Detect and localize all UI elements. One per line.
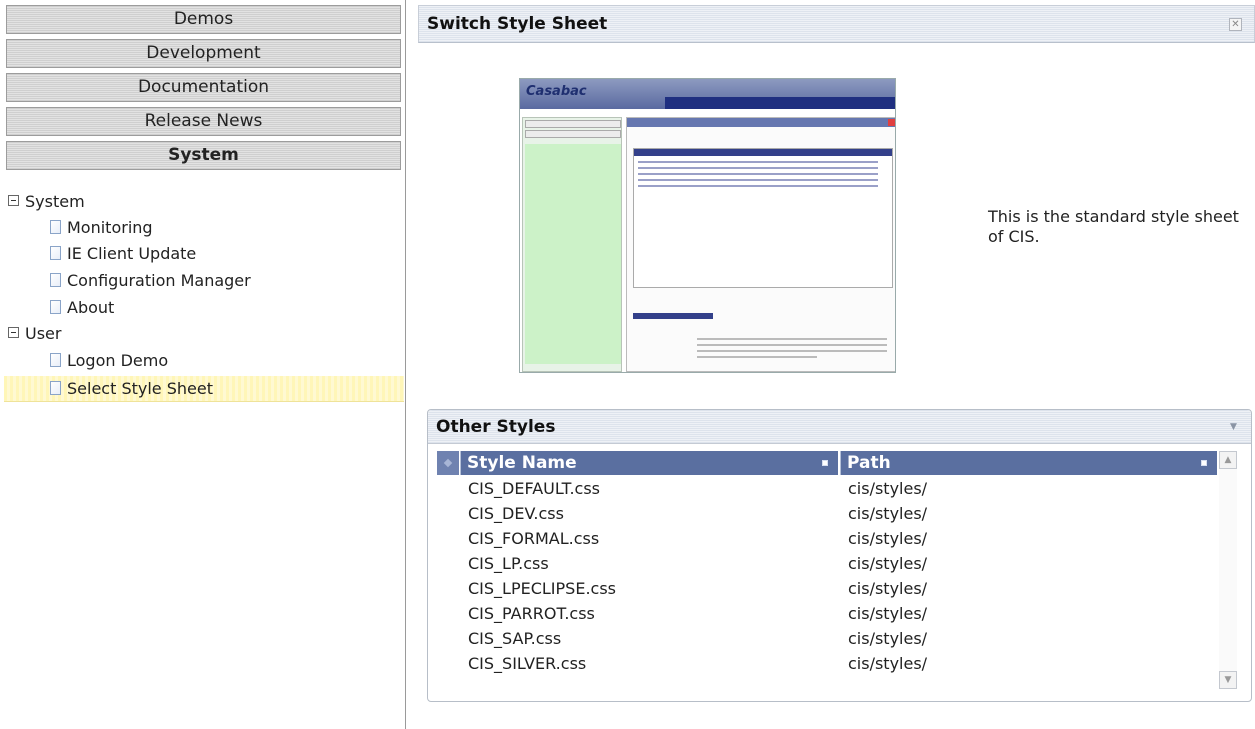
tree-item-select-style-sheet[interactable]: Select Style Sheet (4, 376, 404, 402)
style-name-cell: CIS_LPECLIPSE.css (468, 579, 616, 598)
nav-section-system[interactable]: System (6, 141, 401, 170)
tree-item-about[interactable]: About (50, 295, 114, 321)
tree-node-label: System (25, 192, 85, 211)
path-cell: cis/styles/ (848, 654, 928, 673)
style-name-cell: CIS_DEV.css (468, 504, 564, 523)
table-row[interactable]: CIS_FORMAL.css cis/styles/ (437, 526, 1217, 551)
minus-box-icon[interactable] (8, 195, 19, 206)
sort-icon[interactable] (822, 460, 828, 466)
preview-grid (633, 148, 893, 288)
other-styles-header: Other Styles ▼ (428, 410, 1251, 444)
nav-section-development[interactable]: Development (6, 39, 401, 68)
collapse-icon[interactable]: ▼ (1228, 422, 1239, 433)
preview-grid-header (634, 149, 892, 156)
column-header-style-name[interactable]: Style Name (460, 451, 838, 475)
style-name-cell: CIS_SAP.css (468, 629, 562, 648)
nav-section-documentation[interactable]: Documentation (6, 73, 401, 102)
tree-node-label: User (25, 324, 62, 343)
style-name-cell: CIS_DEFAULT.css (468, 479, 601, 498)
nav-section-demos[interactable]: Demos (6, 5, 401, 34)
diamond-icon (443, 458, 453, 468)
style-name-cell: CIS_SILVER.css (468, 654, 587, 673)
style-name-cell: CIS_LP.css (468, 554, 549, 573)
preview-grid-line (638, 161, 878, 163)
tree-item-label: Configuration Manager (67, 271, 251, 290)
preview-nav-button (525, 130, 621, 138)
preview-close-icon (888, 119, 895, 126)
column-header-path[interactable]: Path (840, 451, 1217, 475)
preview-header-band (665, 97, 895, 109)
styles-table: Style Name Path CIS_DEFAULT.css cis/styl… (437, 451, 1217, 689)
table-row[interactable]: CIS_PARROT.css cis/styles/ (437, 601, 1217, 626)
preview-header-bar: Casabac (520, 79, 895, 109)
nav-section-release-news[interactable]: Release News (6, 107, 401, 136)
preview-nav (522, 117, 622, 372)
tree-item-label: Monitoring (67, 218, 153, 237)
tree-item-label: IE Client Update (67, 244, 197, 263)
tree-item-label: Logon Demo (67, 351, 169, 370)
preview-main (626, 117, 895, 372)
content-panel: Switch Style Sheet ✕ Casabac This is the… (418, 5, 1255, 729)
sort-icon[interactable] (1201, 460, 1207, 466)
style-name-cell: CIS_FORMAL.css (468, 529, 600, 548)
preview-text-line (697, 356, 817, 358)
minus-box-icon[interactable] (8, 327, 19, 338)
path-cell: cis/styles/ (848, 529, 928, 548)
document-icon (50, 299, 61, 314)
tree-node-user[interactable]: User (8, 321, 61, 347)
preview-grid-line (638, 179, 878, 181)
preview-section-bar (633, 313, 713, 319)
table-row[interactable]: CIS_SAP.css cis/styles/ (437, 626, 1217, 651)
tree-item-logon-demo[interactable]: Logon Demo (50, 348, 168, 374)
path-cell: cis/styles/ (848, 504, 928, 523)
table-row[interactable]: CIS_LP.css cis/styles/ (437, 551, 1217, 576)
path-cell: cis/styles/ (848, 604, 928, 623)
other-styles-panel: Other Styles ▼ Style Name Path CIS_DEFAU… (427, 409, 1252, 702)
table-row[interactable]: CIS_DEFAULT.css cis/styles/ (437, 476, 1217, 501)
document-icon (50, 352, 61, 367)
scroll-up-icon[interactable]: ▲ (1219, 451, 1237, 469)
path-cell: cis/styles/ (848, 629, 928, 648)
table-row[interactable]: CIS_DEV.css cis/styles/ (437, 501, 1217, 526)
path-cell: cis/styles/ (848, 479, 928, 498)
column-header-label: Path (847, 453, 891, 473)
close-icon[interactable]: ✕ (1229, 18, 1242, 31)
style-description: This is the standard style sheet of CIS. (988, 207, 1239, 246)
style-preview-image: Casabac (519, 78, 896, 373)
document-icon (50, 272, 61, 287)
scroll-down-icon[interactable]: ▼ (1219, 671, 1237, 689)
path-cell: cis/styles/ (848, 579, 928, 598)
preview-title-bar (627, 118, 895, 127)
tree-item-configuration-manager[interactable]: Configuration Manager (50, 268, 251, 294)
navigation-panel: Demos Development Documentation Release … (0, 0, 406, 729)
document-icon (50, 380, 61, 395)
tree-item-monitoring[interactable]: Monitoring (50, 215, 153, 241)
table-row[interactable]: CIS_SILVER.css cis/styles/ (437, 651, 1217, 676)
tree-item-ie-client-update[interactable]: IE Client Update (50, 241, 196, 267)
tree-item-label: Select Style Sheet (67, 379, 213, 398)
preview-grid-line (638, 173, 878, 175)
panel-header: Switch Style Sheet ✕ (418, 5, 1255, 43)
page-title: Switch Style Sheet (427, 14, 608, 34)
table-scrollbar[interactable]: ▲ ▼ (1219, 451, 1237, 689)
document-icon (50, 245, 61, 260)
preview-text-line (697, 350, 887, 352)
preview-grid-line (638, 185, 878, 187)
column-header-label: Style Name (467, 453, 577, 473)
tree-item-label: About (67, 298, 115, 317)
preview-grid-line (638, 167, 878, 169)
preview-nav-button (525, 120, 621, 128)
preview-logo: Casabac (526, 84, 587, 99)
preview-text-line (697, 344, 887, 346)
preview-text-line (697, 338, 887, 340)
style-name-cell: CIS_PARROT.css (468, 604, 595, 623)
preview-nav-tree (525, 144, 621, 364)
other-styles-title: Other Styles (436, 417, 556, 437)
table-row[interactable]: CIS_LPECLIPSE.css cis/styles/ (437, 576, 1217, 601)
tree-node-system[interactable]: System (8, 189, 85, 215)
path-cell: cis/styles/ (848, 554, 928, 573)
select-all-column[interactable] (437, 451, 459, 475)
document-icon (50, 219, 61, 234)
